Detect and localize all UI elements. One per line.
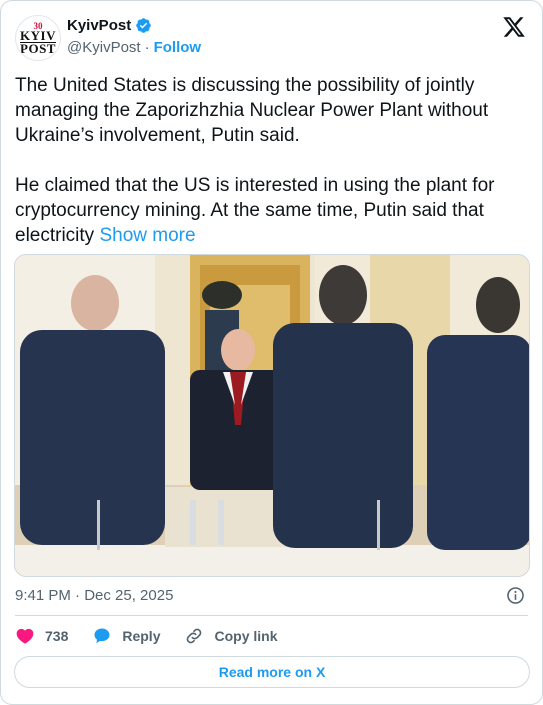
show-more-link[interactable]: Show more: [99, 225, 195, 246]
logo-post-text: POST: [20, 40, 56, 56]
author-handle-row: @KyivPost · Follow: [67, 39, 201, 56]
reply-label: Reply: [122, 628, 161, 644]
tweet-timestamp[interactable]: 9:41 PM · Dec 25, 2025: [15, 587, 173, 604]
logo-kyiv-text: KYIV: [20, 27, 56, 43]
tweet-paragraph-2: He claimed that the US is interested in …: [15, 173, 527, 248]
x-logo-icon[interactable]: [502, 15, 526, 39]
photo-illustration: [15, 255, 529, 576]
tweet-text: The United States is discussing the poss…: [15, 73, 527, 248]
handle-separator: ·: [144, 39, 150, 56]
read-more-button[interactable]: Read more on X: [14, 656, 530, 688]
speech-bubble-icon: [94, 628, 110, 644]
copy-link-button[interactable]: Copy link: [184, 626, 278, 646]
author-display-name[interactable]: KyivPost: [67, 17, 131, 34]
tweet-actions: 738 Reply Copy link: [15, 625, 302, 647]
info-icon[interactable]: [506, 586, 525, 605]
copy-link-label: Copy link: [214, 628, 278, 644]
kyivpost-avatar[interactable]: 30 KYIV POST: [15, 15, 61, 61]
author-name-row: KyivPost: [67, 17, 152, 34]
verified-badge-icon: [136, 18, 151, 33]
like-button[interactable]: 738: [15, 626, 68, 646]
tweet-embed-card: 30 KYIV POST KyivPost @KyivPost · Follow…: [0, 0, 543, 705]
reply-button[interactable]: Reply: [92, 626, 160, 646]
tweet-photo[interactable]: [14, 254, 530, 577]
follow-button[interactable]: Follow: [154, 39, 202, 56]
divider: [15, 615, 528, 616]
link-icon: [187, 628, 202, 644]
like-count: 738: [45, 628, 69, 644]
tweet-paragraph-2-text: He claimed that the US is interested in …: [15, 175, 495, 246]
tweet-paragraph-1: The United States is discussing the poss…: [15, 75, 489, 146]
author-handle[interactable]: @KyivPost: [67, 39, 141, 56]
heart-icon: [16, 628, 34, 644]
